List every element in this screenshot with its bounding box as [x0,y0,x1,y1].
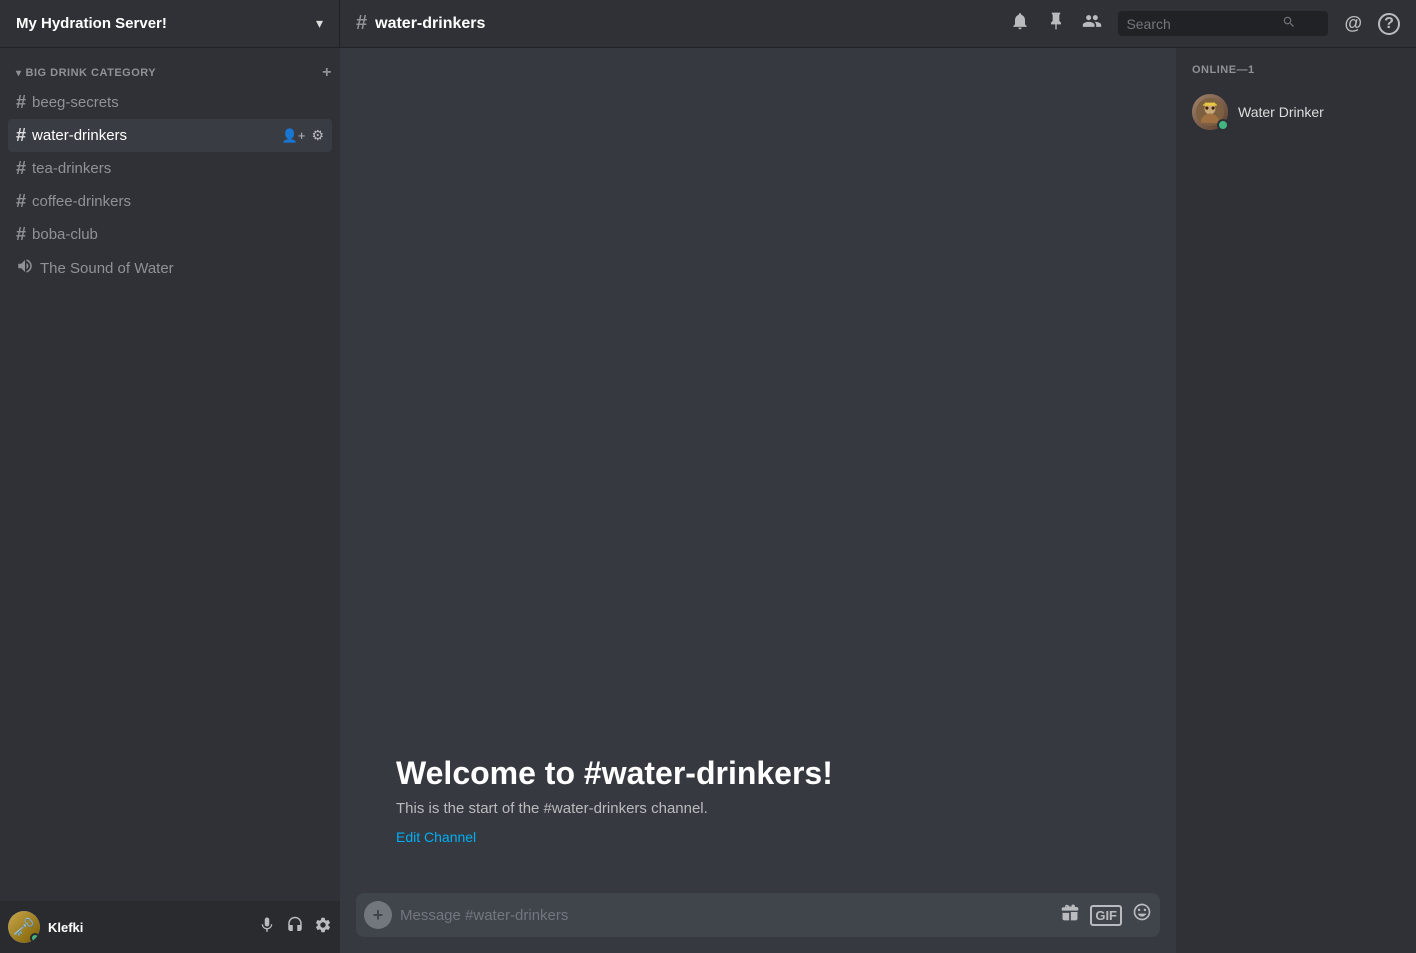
pin-icon[interactable] [1046,11,1066,37]
category-header[interactable]: ▾ BIG DRINK CATEGORY + [0,48,340,86]
channel-name-boba-club: boba-club [32,226,324,243]
channel-name-sound-of-water: The Sound of Water [40,260,324,277]
add-member-icon[interactable]: 👤+ [280,94,306,111]
channel-list: # beeg-secrets 👤+ ⚙ # water-drinkers 👤+ … [0,86,340,286]
settings-icon[interactable]: ⚙ [311,127,324,144]
right-sidebar: ONLINE—1 Water Drinker [1176,48,1416,953]
topbar: My Hydration Server! ▾ # water-drinkers … [0,0,1416,48]
add-member-icon[interactable]: 👤+ [282,128,306,144]
settings-icon[interactable] [314,916,332,939]
members-icon[interactable] [1082,11,1102,37]
user-avatar: 🗝️ [8,911,40,943]
search-box[interactable] [1118,11,1328,36]
sidebar-item-tea-drinkers[interactable]: # tea-drinkers [8,152,332,185]
chat-messages: Welcome to #water-drinkers! This is the … [340,48,1176,893]
user-online-dot [30,933,40,943]
welcome-block: Welcome to #water-drinkers! This is the … [356,735,1160,877]
add-attachment-button[interactable]: + [364,901,392,929]
category-label: BIG DRINK CATEGORY [26,67,157,79]
message-input-box: + GIF [356,893,1160,937]
channel-name-beeg-secrets: beeg-secrets [32,94,280,111]
at-icon[interactable]: @ [1344,13,1362,34]
voice-channel-icon [16,257,34,280]
search-input[interactable] [1126,16,1276,32]
channel-title: water-drinkers [375,15,485,33]
message-input-area: + GIF [340,893,1176,953]
channel-name-tea-drinkers: tea-drinkers [32,160,324,177]
main-body: ▾ BIG DRINK CATEGORY + # beeg-secrets 👤+… [0,48,1416,953]
sidebar-item-water-drinkers[interactable]: # water-drinkers 👤+ ⚙ [8,119,332,152]
text-channel-icon: # [16,224,26,245]
search-icon [1282,15,1296,32]
edit-channel-link[interactable]: Edit Channel [396,829,476,845]
server-header[interactable]: My Hydration Server! ▾ [0,0,340,47]
channel-hash-icon: # [356,12,367,35]
help-icon[interactable]: ? [1378,13,1400,35]
welcome-title: Welcome to #water-drinkers! [396,755,1120,792]
text-channel-icon: # [16,158,26,179]
sidebar-item-beeg-secrets[interactable]: # beeg-secrets 👤+ ⚙ [8,86,332,119]
online-header: ONLINE—1 [1184,64,1408,76]
bell-icon[interactable] [1010,11,1030,37]
gift-icon[interactable] [1060,902,1080,928]
message-input[interactable] [400,907,1052,924]
channel-name-coffee-drinkers: coffee-drinkers [32,193,324,210]
sidebar-item-coffee-drinkers[interactable]: # coffee-drinkers [8,185,332,218]
sidebar-bottom: 🗝️ Klefki [0,901,340,953]
channel-actions-water-drinkers: 👤+ ⚙ [282,127,324,144]
sidebar-item-the-sound-of-water[interactable]: The Sound of Water [8,251,332,286]
sidebar-item-boba-club[interactable]: # boba-club [8,218,332,251]
member-item-water-drinker[interactable]: Water Drinker [1184,88,1408,136]
channel-header: # water-drinkers [340,12,994,35]
member-name: Water Drinker [1238,104,1324,120]
server-dropdown-icon[interactable]: ▾ [316,15,323,32]
text-channel-icon: # [16,125,26,146]
sidebar: ▾ BIG DRINK CATEGORY + # beeg-secrets 👤+… [0,48,340,953]
server-name: My Hydration Server! [16,15,316,32]
headphone-icon[interactable] [286,916,304,939]
collapse-icon: ▾ [16,68,22,79]
settings-icon[interactable]: ⚙ [311,94,324,111]
add-category-icon[interactable]: + [322,64,332,82]
chat-area: Welcome to #water-drinkers! This is the … [340,48,1176,953]
username: Klefki [48,920,250,935]
text-channel-icon: # [16,92,26,113]
member-avatar [1192,94,1228,130]
text-channel-icon: # [16,191,26,212]
channel-name-water-drinkers: water-drinkers [32,127,282,144]
emoji-icon[interactable] [1132,902,1152,928]
input-icons: GIF [1060,902,1152,928]
bottom-icons [258,916,332,939]
microphone-icon[interactable] [258,916,276,939]
topbar-actions: @ ? [994,11,1416,37]
member-online-dot [1217,119,1229,131]
welcome-subtitle: This is the start of the #water-drinkers… [396,800,1120,817]
gif-icon[interactable]: GIF [1090,905,1122,926]
